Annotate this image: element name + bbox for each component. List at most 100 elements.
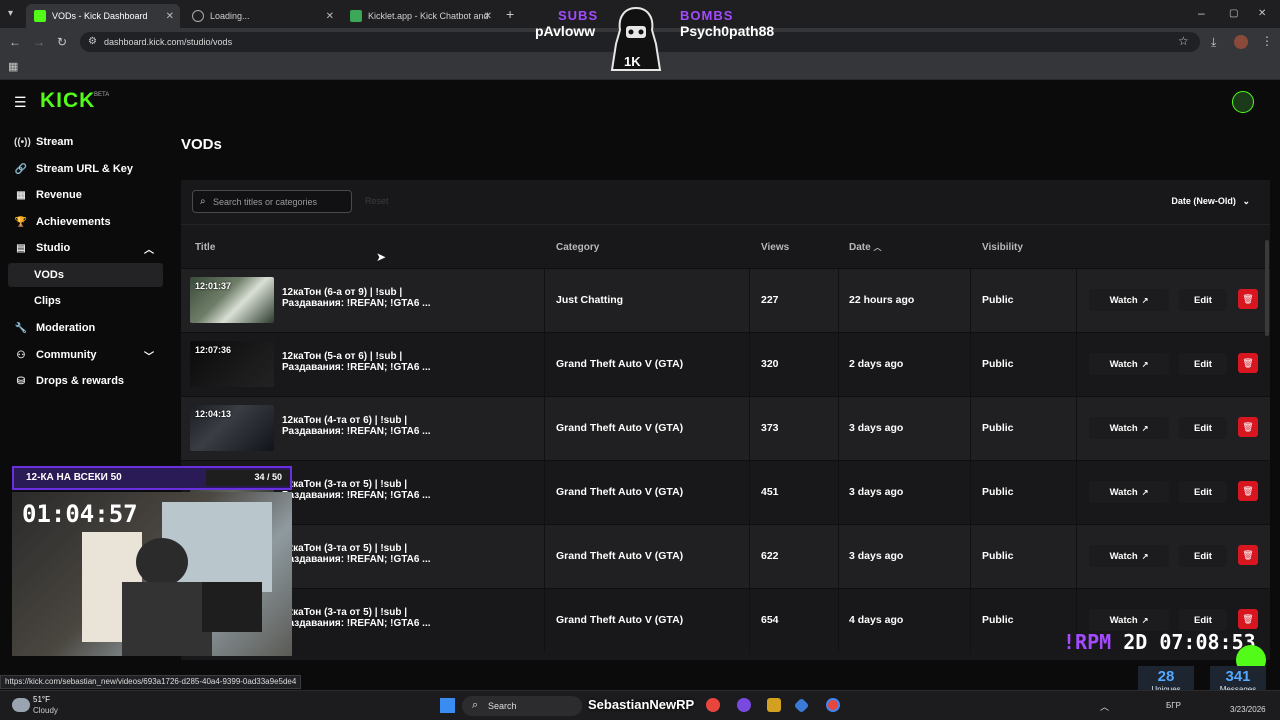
search-icon: ⌕: [472, 699, 479, 711]
delete-button[interactable]: 🗑: [1238, 289, 1258, 309]
vod-title-line2: Раздавания: !REFAN; !GTA6 ...: [282, 362, 431, 373]
sidebar-item-drops-rewards[interactable]: ⛁ Drops & rewards: [8, 369, 163, 393]
watch-button[interactable]: Watch ↗: [1089, 481, 1169, 503]
close-tab-icon[interactable]: ✕: [484, 11, 492, 22]
chrome-taskbar-icon[interactable]: [706, 698, 720, 712]
sidebar-item-moderation[interactable]: 🔧 Moderation: [8, 316, 163, 340]
vod-title[interactable]: 12каТон (4-та от 6) | !sub | Раздавания:…: [282, 415, 522, 437]
edit-button[interactable]: Edit: [1179, 545, 1227, 567]
sidebar-item-achievements[interactable]: 🏆 Achievements: [8, 210, 163, 234]
tab-vods[interactable]: VODs - Kick Dashboard ✕: [26, 4, 180, 28]
new-tab-button[interactable]: +: [506, 7, 514, 21]
delete-button[interactable]: 🗑: [1238, 353, 1258, 373]
table-row[interactable]: 12:07:36 12каТон (5-а от 6) | !sub | Раз…: [181, 332, 1270, 397]
mouse-cursor-icon: ➤: [376, 250, 387, 264]
sort-select[interactable]: Date (New-Old) ⌄: [1171, 196, 1250, 207]
app-taskbar-icon[interactable]: [737, 698, 751, 712]
overlay-mascot-icon: 1K: [604, 4, 668, 72]
sidebar-item-stream[interactable]: ((•)) Stream: [8, 130, 163, 154]
weather-cloud-icon[interactable]: [12, 698, 30, 712]
external-link-icon: ↗: [1141, 295, 1149, 305]
language-indicator[interactable]: БГР: [1166, 701, 1181, 710]
delete-button[interactable]: 🗑: [1238, 417, 1258, 437]
taskbar-date[interactable]: 3/23/2026: [1230, 705, 1266, 714]
profile-avatar[interactable]: [1234, 35, 1248, 49]
back-icon[interactable]: ←: [9, 36, 21, 48]
tray-chevron-icon[interactable]: ︿: [1100, 700, 1109, 713]
search-input[interactable]: ⌕ Search titles or categories: [192, 190, 352, 213]
maximize-icon[interactable]: ▢: [1229, 8, 1238, 20]
delete-button[interactable]: 🗑: [1238, 609, 1258, 629]
close-window-icon[interactable]: ✕: [1258, 8, 1266, 20]
header-title[interactable]: Title: [195, 242, 215, 253]
taskbar: 51°F Cloudy ⌕ Search SebastianNewRP ︿ БГ…: [0, 690, 1280, 720]
header-date[interactable]: Date ︿: [849, 242, 881, 253]
vod-title[interactable]: 12каТон (5-а от 6) | !sub | Раздавания: …: [282, 351, 522, 373]
kick-logo[interactable]: KICK: [40, 89, 95, 113]
delete-button[interactable]: 🗑: [1238, 545, 1258, 565]
taskbar-search[interactable]: ⌕ Search: [462, 696, 582, 716]
app-taskbar-icon[interactable]: [767, 698, 781, 712]
edit-label: Edit: [1194, 358, 1212, 370]
edit-button[interactable]: Edit: [1179, 481, 1227, 503]
tab-kicklet[interactable]: Kicklet.app - Kick Chatbot and ✕: [342, 4, 498, 28]
windows-start-icon[interactable]: [440, 698, 455, 713]
watch-button[interactable]: Watch ↗: [1089, 545, 1169, 567]
edit-button[interactable]: Edit: [1179, 417, 1227, 439]
edit-button[interactable]: Edit: [1179, 289, 1227, 311]
sidebar-item-studio[interactable]: ▤ Studio ︿: [8, 236, 163, 260]
minimize-icon[interactable]: –: [1198, 7, 1205, 19]
table-row[interactable]: 11:18:37 12каТон (3-та от 5) | !sub | Ра…: [181, 460, 1270, 525]
table-row[interactable]: 12:04:13 12каТон (4-та от 6) | !sub | Ра…: [181, 396, 1270, 461]
reload-icon[interactable]: ↻: [57, 36, 67, 48]
watch-button[interactable]: Watch ↗: [1089, 353, 1169, 375]
chrome-taskbar-icon[interactable]: [826, 698, 840, 712]
vod-date: 3 days ago: [849, 422, 904, 434]
close-tab-icon[interactable]: ✕: [326, 11, 334, 22]
sidebar-item-community[interactable]: ⚇ Community ﹀: [8, 343, 163, 367]
vod-title[interactable]: 12каТон (6-а от 9) | !sub | Раздавания: …: [282, 287, 522, 309]
table-row[interactable]: 12:01:37 12каТон (6-а от 9) | !sub | Раз…: [181, 268, 1270, 333]
bookmark-star-icon[interactable]: ☆: [1178, 35, 1189, 47]
hamburger-menu-icon[interactable]: ☰: [14, 94, 27, 111]
header-views[interactable]: Views: [761, 242, 789, 253]
app-taskbar-icon[interactable]: [793, 697, 810, 714]
reset-button[interactable]: Reset: [365, 196, 389, 206]
header-visibility[interactable]: Visibility: [982, 242, 1023, 253]
watch-button[interactable]: Watch ↗: [1089, 609, 1169, 631]
delete-button[interactable]: 🗑: [1238, 481, 1258, 501]
table-row[interactable]: 12каТон (3-та от 5) | !sub | Раздавания:…: [181, 524, 1270, 589]
vod-panel: ⌕ Search titles or categories Reset Date…: [181, 180, 1270, 660]
chevron-up-icon: ︿: [144, 245, 154, 256]
menu-dots-icon[interactable]: ⋮: [1261, 35, 1273, 47]
tab-loading[interactable]: Loading... ✕: [184, 4, 340, 28]
download-icon[interactable]: ⤓: [1211, 36, 1216, 48]
watch-label: Watch: [1109, 358, 1138, 370]
trash-icon: 🗑: [1242, 485, 1254, 496]
sidebar-item-vods[interactable]: VODs: [8, 263, 163, 287]
scrollbar[interactable]: [1265, 240, 1269, 336]
site-info-icon[interactable]: ⚙: [88, 36, 97, 48]
vod-title[interactable]: 12каТон (3-та от 5) | !sub | Раздавания:…: [282, 543, 522, 565]
user-avatar[interactable]: [1232, 91, 1254, 113]
apps-grid-icon[interactable]: ▦: [8, 61, 18, 73]
vod-title-line2: Раздавания: !REFAN; !GTA6 ...: [282, 426, 431, 437]
watch-button[interactable]: Watch ↗: [1089, 289, 1169, 311]
sidebar-item-stream-url-key[interactable]: 🔗 Stream URL & Key: [8, 157, 163, 181]
close-tab-icon[interactable]: ✕: [166, 11, 174, 22]
vod-thumbnail[interactable]: 12:01:37: [190, 277, 274, 323]
edit-button[interactable]: Edit: [1179, 609, 1227, 631]
vod-title[interactable]: 12каТон (3-та от 5) | !sub | Раздавания:…: [282, 607, 522, 629]
sidebar-item-revenue[interactable]: ▦ Revenue: [8, 183, 163, 207]
tab-search-icon[interactable]: ▾: [8, 8, 13, 20]
sidebar-item-label: Clips: [34, 295, 61, 307]
edit-button[interactable]: Edit: [1179, 353, 1227, 375]
vod-title[interactable]: 12каТон (3-та от 5) | !sub | Раздавания:…: [282, 479, 522, 501]
watch-button[interactable]: Watch ↗: [1089, 417, 1169, 439]
vod-thumbnail[interactable]: 12:07:36: [190, 341, 274, 387]
forward-icon[interactable]: →: [33, 36, 45, 48]
header-category[interactable]: Category: [556, 242, 599, 253]
vod-thumbnail[interactable]: 12:04:13: [190, 405, 274, 451]
sidebar-item-clips[interactable]: Clips: [8, 289, 163, 313]
watch-label: Watch: [1109, 486, 1138, 498]
